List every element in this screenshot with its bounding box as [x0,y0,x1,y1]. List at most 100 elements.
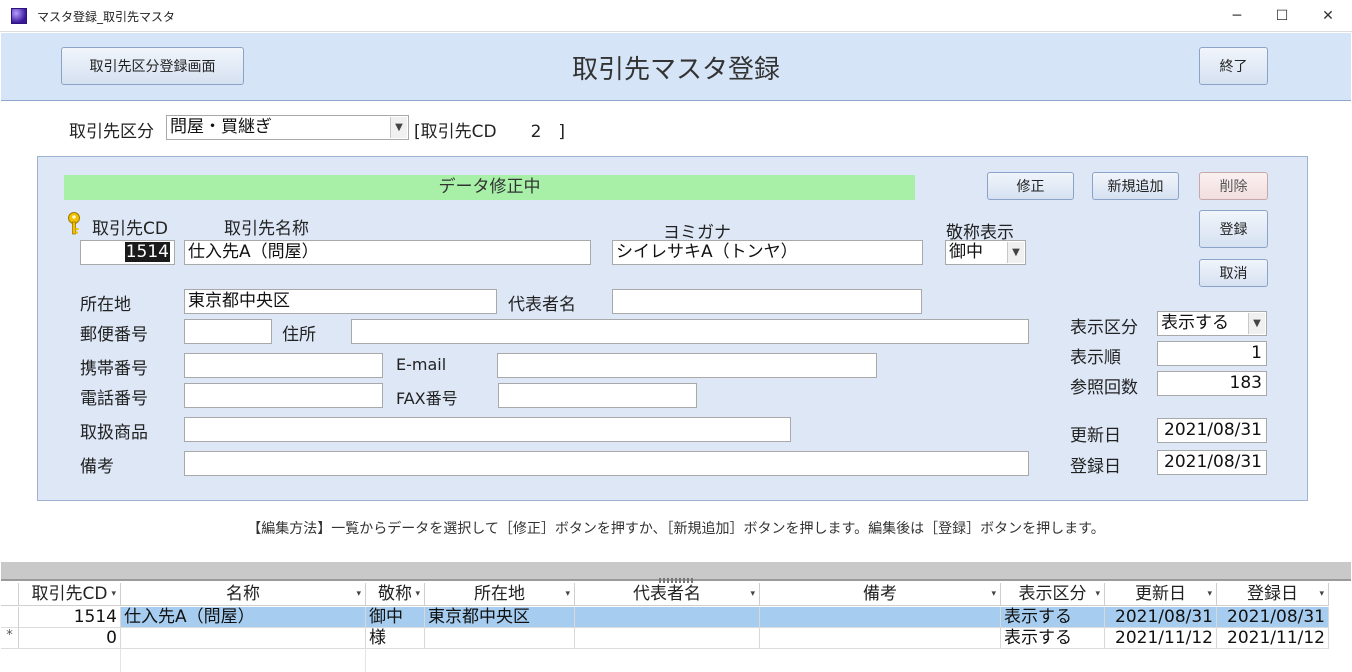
table-cell-name[interactable]: 仕入先A（問屋） [121,607,366,628]
fax-label: FAX番号 [396,389,458,408]
column-header-label: 備考 [863,584,897,604]
postal-label: 郵便番号 [80,325,148,345]
products-label: 取扱商品 [80,423,148,443]
category-select[interactable]: 問屋・買継ぎ ▼ [166,115,409,140]
code-field[interactable]: 1514 [80,240,175,265]
column-header-representative[interactable]: 代表者名 ▾ [575,583,760,606]
registered-field[interactable]: 2021/08/31 [1157,450,1267,475]
column-header-honorific[interactable]: 敬称 ▾ [366,583,425,606]
table-cell-code[interactable]: 1514 [19,607,121,628]
chevron-down-icon[interactable]: ▼ [1007,242,1024,263]
updated-label: 更新日 [1070,426,1121,446]
minimize-button[interactable]: ─ [1214,0,1260,32]
notes-field[interactable] [184,451,1029,476]
column-header-display-flag[interactable]: 表示区分 ▾ [1001,583,1105,606]
column-header-location[interactable]: 所在地 ▾ [425,583,575,606]
column-header-code[interactable]: 取引先CD ▾ [19,583,121,606]
column-header-label: 敬称 [378,584,412,604]
chevron-down-icon[interactable]: ▼ [390,117,407,138]
phone-field[interactable] [184,383,383,408]
table-cell-location[interactable] [425,628,575,649]
representative-label: 代表者名 [508,295,576,315]
column-header-label: 所在地 [474,584,525,604]
table-cell-representative[interactable] [575,607,760,628]
chevron-down-icon[interactable]: ▼ [1248,313,1265,334]
column-header-notes[interactable]: 備考 ▾ [760,583,1001,606]
column-header-name[interactable]: 名称 ▾ [121,583,366,606]
table-cell-notes[interactable] [760,628,1001,649]
products-field[interactable] [184,417,791,442]
mobile-label: 携帯番号 [80,359,148,379]
display-flag-value: 表示する [1161,313,1229,333]
new-button[interactable]: 新規追加 [1092,172,1179,200]
table-cell-updated[interactable]: 2021/08/31 [1105,607,1217,628]
chevron-down-icon[interactable]: ▾ [356,583,361,605]
ref-count-label: 参照回数 [1070,378,1138,398]
location-field[interactable]: 東京都中央区 [184,289,497,314]
chevron-down-icon[interactable]: ▾ [1319,583,1324,605]
address-field[interactable] [351,319,1029,344]
display-order-label: 表示順 [1070,348,1121,368]
chevron-down-icon[interactable]: ▾ [1207,583,1212,605]
address-label: 住所 [282,325,316,345]
cancel-button[interactable]: 取消 [1199,259,1268,287]
register-button[interactable]: 登録 [1199,210,1268,248]
honorific-value: 御中 [949,242,983,262]
code-label: 取引先CD [92,219,168,239]
postal-field[interactable] [184,319,272,344]
column-header-label: 登録日 [1247,584,1298,604]
category-label: 取引先区分 [69,122,154,142]
chevron-down-icon[interactable]: ▾ [991,583,996,605]
chevron-down-icon[interactable]: ▾ [750,583,755,605]
table-cell-display-flag[interactable]: 表示する [1001,607,1105,628]
delete-button[interactable]: 削除 [1199,172,1268,200]
kana-field[interactable]: シイレサキA（トンヤ） [612,240,923,265]
exit-button[interactable]: 終了 [1199,47,1268,85]
app-icon [11,8,27,24]
table-cell-registered[interactable]: 2021/11/12 [1217,628,1329,649]
edit-button[interactable]: 修正 [987,172,1074,200]
table-cell-updated[interactable]: 2021/11/12 [1105,628,1217,649]
category-code-display: [取引先CD 2 ] [414,122,566,142]
column-header-registered[interactable]: 登録日 ▾ [1217,583,1329,606]
table-cell-location[interactable]: 東京都中央区 [425,607,575,628]
phone-label: 電話番号 [80,389,148,409]
display-order-field[interactable]: 1 [1157,341,1267,366]
honorific-select[interactable]: 御中 ▼ [945,240,1026,265]
chevron-down-icon[interactable]: ▾ [111,583,116,605]
display-flag-select[interactable]: 表示する ▼ [1157,311,1267,336]
empty-grid-area [121,649,366,672]
chevron-down-icon[interactable]: ▾ [565,583,570,605]
close-button[interactable]: ✕ [1305,0,1351,32]
grid-corner[interactable] [1,583,19,606]
table-cell-name[interactable] [121,628,366,649]
email-field[interactable] [497,353,877,378]
page-title: 取引先マスタ登録 [571,55,780,85]
help-text: 【編集方法】一覧からデータを選択して［修正］ボタンを押すか、［新規追加］ボタンを… [247,521,1105,537]
updated-field[interactable]: 2021/08/31 [1157,418,1267,443]
notes-label: 備考 [80,457,114,477]
fax-field[interactable] [498,383,697,408]
table-cell-code[interactable]: 0 [19,628,121,649]
chevron-down-icon[interactable]: ▾ [415,583,420,605]
registered-label: 登録日 [1070,457,1121,477]
table-cell-notes[interactable] [760,607,1001,628]
table-cell-honorific[interactable]: 御中 [366,607,425,628]
column-header-label: 名称 [226,584,260,604]
representative-field[interactable] [612,289,922,314]
maximize-button[interactable]: ☐ [1259,0,1305,32]
mobile-field[interactable] [184,353,383,378]
row-selector[interactable] [1,607,19,628]
column-header-updated[interactable]: 更新日 ▾ [1105,583,1217,606]
column-header-label: 代表者名 [633,584,701,604]
column-header-label: 表示区分 [1018,584,1087,604]
table-cell-honorific[interactable]: 様 [366,628,425,649]
table-cell-display-flag[interactable]: 表示する [1001,628,1105,649]
new-record-marker[interactable]: * [1,628,19,649]
name-field[interactable]: 仕入先A（問屋） [184,240,591,265]
table-cell-registered[interactable]: 2021/08/31 [1217,607,1329,628]
chevron-down-icon[interactable]: ▾ [1095,583,1100,605]
window-title: マスタ登録_取引先マスタ [37,10,176,24]
table-cell-representative[interactable] [575,628,760,649]
ref-count-field[interactable]: 183 [1157,371,1267,396]
